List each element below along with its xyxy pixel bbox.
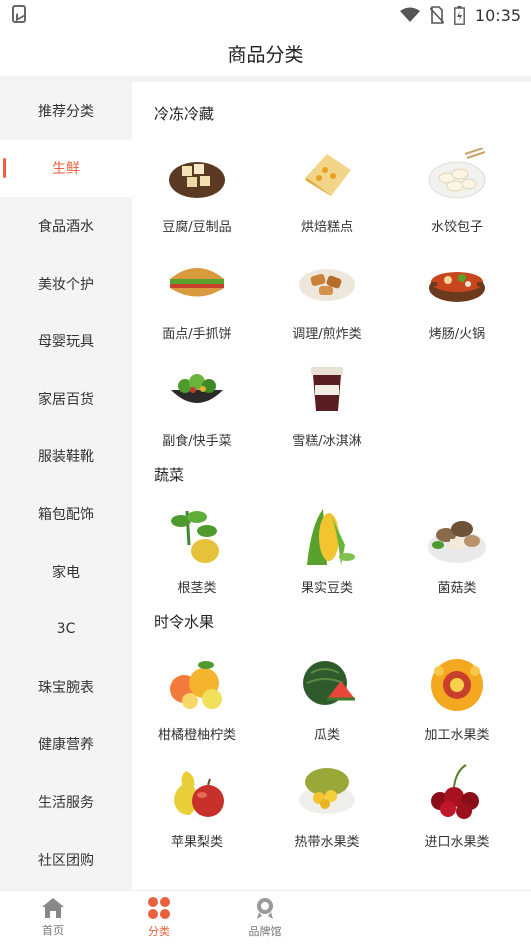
category-label: 根茎类 xyxy=(177,581,217,596)
bottom-tab-bar: 首页 分类 品牌馆 xyxy=(0,890,531,944)
tab-home[interactable]: 首页 xyxy=(0,891,106,944)
sidebar-item-recommended[interactable]: 推荐分类 xyxy=(0,82,132,140)
category-label: 调理/煎炸类 xyxy=(292,327,362,342)
sidebar-item-health[interactable]: 健康营养 xyxy=(0,716,132,774)
home-icon xyxy=(42,898,64,918)
category-item-root-veg[interactable]: 根茎类 xyxy=(132,499,262,606)
sidebar-item-3c[interactable]: 3C xyxy=(0,600,132,658)
category-label: 果实豆类 xyxy=(300,581,353,596)
category-item-tropical[interactable]: 热带水果类 xyxy=(262,753,392,860)
sidebar-item-services[interactable]: 生活服务 xyxy=(0,773,132,831)
sidebar-item-apparel[interactable]: 服装鞋靴 xyxy=(0,428,132,486)
category-item-fried[interactable]: 调理/煎炸类 xyxy=(262,245,392,352)
corn-icon xyxy=(294,503,360,569)
salad-icon xyxy=(164,356,230,422)
category-label: 副食/快手菜 xyxy=(162,434,232,449)
category-item-pancake[interactable]: 面点/手抓饼 xyxy=(132,245,262,352)
root-vegetable-icon xyxy=(164,503,230,569)
hotpot-icon xyxy=(424,249,490,315)
category-icon xyxy=(148,897,170,919)
category-item-dumplings[interactable]: 水饺包子 xyxy=(392,138,522,245)
category-item-bakery[interactable]: 烘焙糕点 xyxy=(262,138,392,245)
category-item-icecream[interactable]: 雪糕/冰淇淋 xyxy=(262,352,392,459)
sidebar-item-group-buy[interactable]: 社区团购 xyxy=(0,831,132,889)
category-item-side-dishes[interactable]: 副食/快手菜 xyxy=(132,352,262,459)
status-bar: 10:35 xyxy=(0,0,531,30)
category-label: 烤肠/火锅 xyxy=(428,327,486,342)
sidebar-item-fresh[interactable]: 生鲜 xyxy=(0,139,132,198)
category-label: 瓜类 xyxy=(313,728,340,743)
category-item-apple-pear[interactable]: 苹果梨类 xyxy=(132,753,262,860)
sidebar-item-jewelry[interactable]: 珠宝腕表 xyxy=(0,658,132,716)
sidebar-item-appliances[interactable]: 家电 xyxy=(0,543,132,601)
fruit-platter-icon xyxy=(424,650,490,716)
icecream-icon xyxy=(294,356,360,422)
category-label: 面点/手抓饼 xyxy=(162,327,232,342)
category-label: 柑橘橙柚柠类 xyxy=(157,728,236,743)
status-time: 10:35 xyxy=(474,5,521,25)
tofu-icon xyxy=(164,142,230,208)
category-label: 热带水果类 xyxy=(294,835,360,850)
pancake-icon xyxy=(164,249,230,315)
category-item-imported[interactable]: 进口水果类 xyxy=(392,753,522,860)
battery-icon xyxy=(453,5,465,25)
category-item-citrus[interactable]: 柑橘橙柚柠类 xyxy=(132,646,262,753)
section-title: 时令水果 xyxy=(154,613,215,631)
tab-label: 分类 xyxy=(148,925,170,938)
category-sidebar: 推荐分类 生鲜 食品酒水 美妆个护 母婴玩具 家居百货 服装鞋靴 箱包配饰 家电… xyxy=(0,82,132,890)
category-label: 雪糕/冰淇淋 xyxy=(292,434,362,449)
tab-category[interactable]: 分类 xyxy=(106,891,212,944)
category-label: 豆腐/豆制品 xyxy=(162,220,232,235)
sidebar-item-baby-toys[interactable]: 母婴玩具 xyxy=(0,312,132,370)
category-label: 水饺包子 xyxy=(430,220,483,235)
category-label: 菌菇类 xyxy=(437,581,477,596)
sidebar-item-beauty[interactable]: 美妆个护 xyxy=(0,255,132,313)
section-title: 蔬菜 xyxy=(154,466,185,484)
tab-label: 品牌馆 xyxy=(248,925,282,938)
category-item-processed-fruit[interactable]: 加工水果类 xyxy=(392,646,522,753)
no-sim-icon xyxy=(429,6,444,24)
category-item-mushrooms[interactable]: 菌菇类 xyxy=(392,499,522,606)
fried-food-icon xyxy=(294,249,360,315)
brand-icon xyxy=(257,898,273,919)
category-content: 冷冻冷藏 豆腐/豆制品 烘焙糕点 水饺包子 面点/手抓饼 调理/煎炸类 烤肠/火… xyxy=(132,82,531,890)
dumpling-icon xyxy=(424,142,490,208)
sidebar-item-home[interactable]: 家居百货 xyxy=(0,370,132,428)
gallery-icon xyxy=(12,5,26,23)
tab-label: 首页 xyxy=(42,924,64,937)
tab-4[interactable] xyxy=(318,891,424,944)
page-title: 商品分类 xyxy=(0,30,531,76)
section-vegetables: 蔬菜 根茎类 果实豆类 菌菇类 xyxy=(132,459,531,606)
jackfruit-icon xyxy=(294,757,360,823)
category-item-fruit-beans[interactable]: 果实豆类 xyxy=(262,499,392,606)
cake-icon xyxy=(294,142,360,208)
wifi-icon xyxy=(399,7,420,22)
sidebar-item-bags[interactable]: 箱包配饰 xyxy=(0,485,132,543)
cherry-icon xyxy=(424,757,490,823)
tab-5[interactable] xyxy=(424,891,530,944)
section-title: 冷冻冷藏 xyxy=(154,105,215,123)
category-label: 进口水果类 xyxy=(424,835,490,850)
sidebar-item-food-drinks[interactable]: 食品酒水 xyxy=(0,197,132,255)
category-item-melons[interactable]: 瓜类 xyxy=(262,646,392,753)
watermelon-icon xyxy=(294,650,360,716)
citrus-icon xyxy=(164,650,230,716)
apple-pear-icon xyxy=(164,757,230,823)
category-label: 加工水果类 xyxy=(424,728,490,743)
tab-brand[interactable]: 品牌馆 xyxy=(212,891,318,944)
category-item-tofu[interactable]: 豆腐/豆制品 xyxy=(132,138,262,245)
section-frozen: 冷冻冷藏 豆腐/豆制品 烘焙糕点 水饺包子 面点/手抓饼 调理/煎炸类 烤肠/火… xyxy=(132,82,531,459)
category-label: 苹果梨类 xyxy=(170,835,223,850)
mushroom-icon xyxy=(424,503,490,569)
category-label: 烘焙糕点 xyxy=(300,220,353,235)
section-seasonal-fruit: 时令水果 柑橘橙柚柠类 瓜类 加工水果类 苹果梨类 热带水果类 进口水果类 xyxy=(132,606,531,860)
category-item-hotpot[interactable]: 烤肠/火锅 xyxy=(392,245,522,352)
